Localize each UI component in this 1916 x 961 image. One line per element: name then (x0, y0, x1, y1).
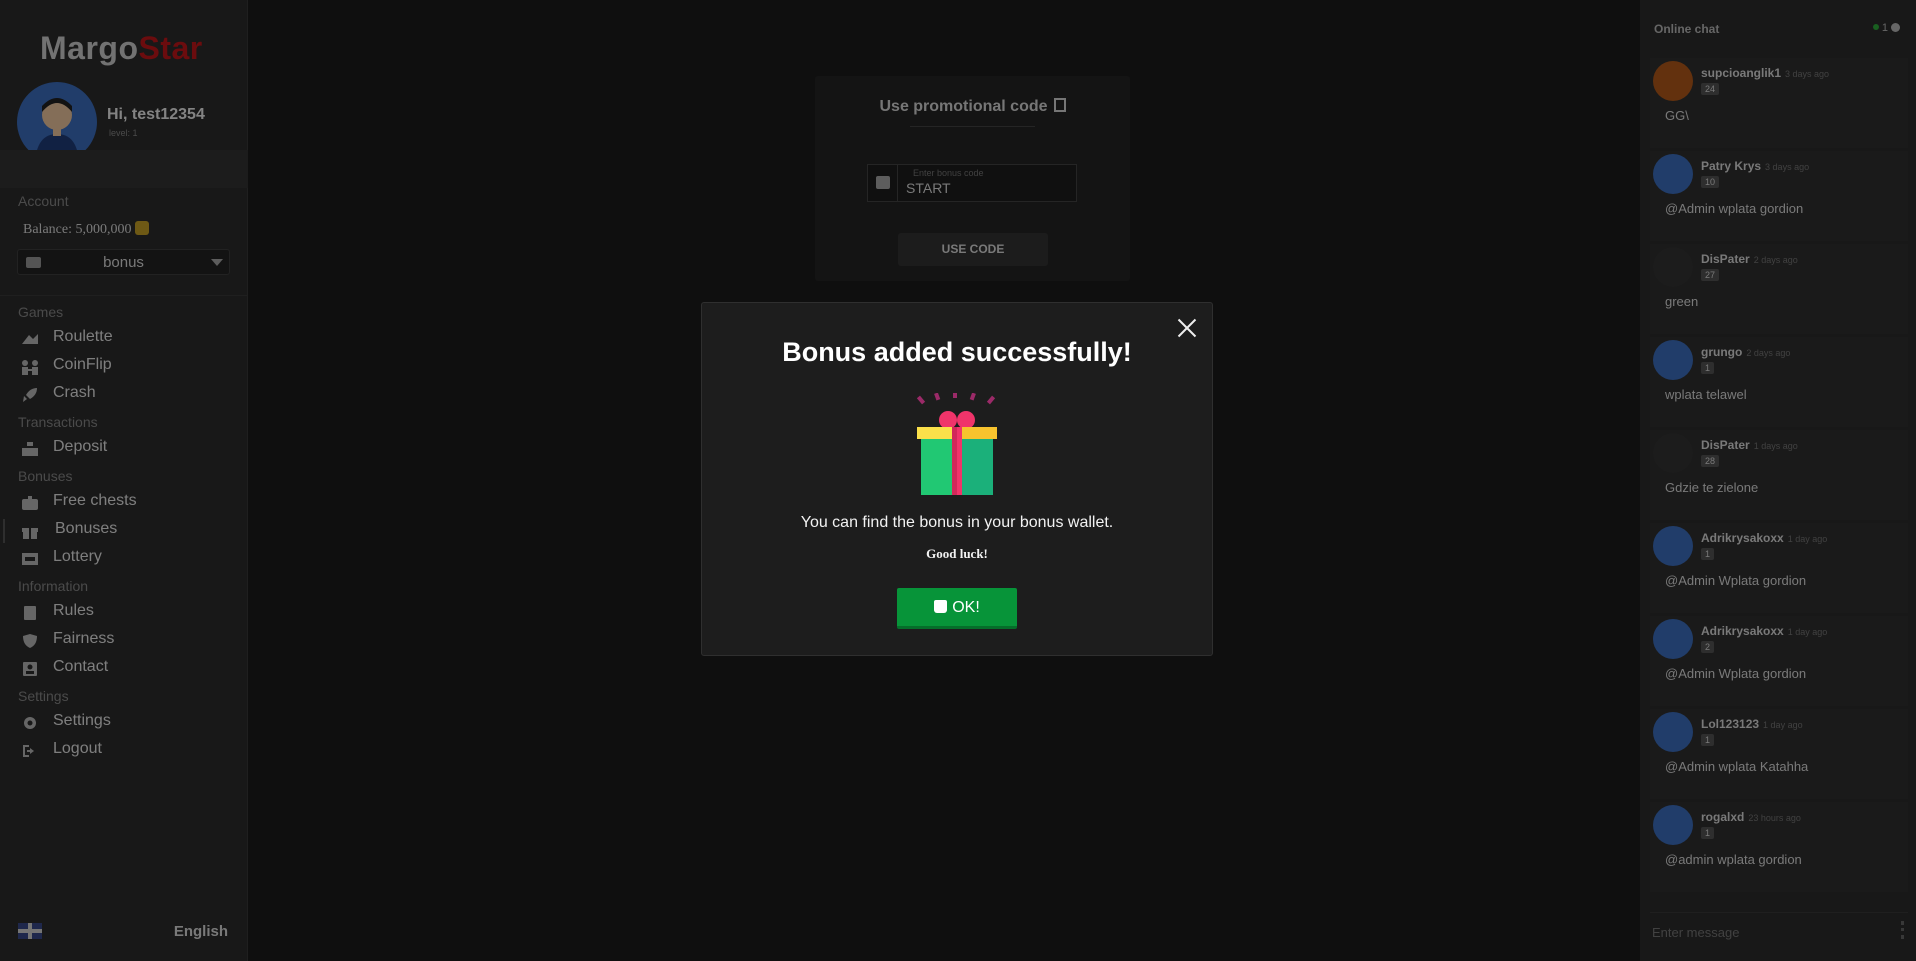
modal-subtext: Good luck! (926, 546, 988, 561)
gift-illustration-icon (917, 393, 997, 495)
modal-title: Bonus added successfully! (782, 337, 1132, 367)
bonus-success-modal: Bonus added successfully! You can find t… (701, 302, 1213, 656)
close-icon[interactable] (1176, 317, 1198, 339)
modal-message: You can find the bonus in your bonus wal… (800, 514, 1114, 531)
ok-button[interactable]: OK! (897, 588, 1017, 629)
thumbs-up-icon (934, 600, 948, 613)
